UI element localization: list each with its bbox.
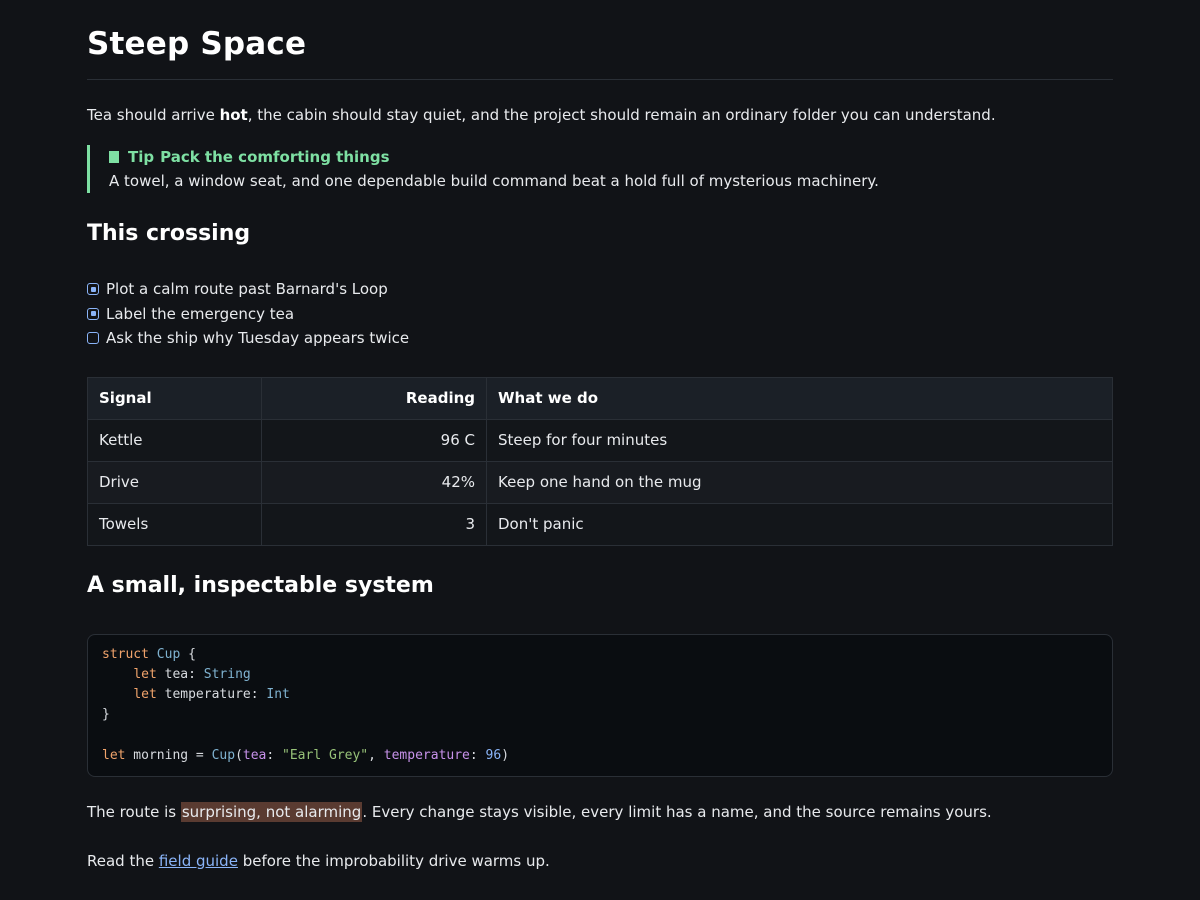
code-text: } xyxy=(102,707,110,723)
code-string: "Earl Grey" xyxy=(282,747,369,763)
highlighted-phrase: surprising, not alarming xyxy=(180,801,363,822)
route-paragraph: The route is surprising, not alarming. E… xyxy=(87,801,1113,823)
column-header-action: What we do xyxy=(486,376,1113,420)
intro-text-start: Tea should arrive xyxy=(87,106,220,124)
checked-box-icon[interactable] xyxy=(87,307,99,320)
page-title: Steep Space xyxy=(87,24,1113,80)
tip-heading: Pack the comforting things xyxy=(160,148,390,166)
code-type: String xyxy=(203,666,251,682)
table-header: Signal Reading What we do xyxy=(87,376,1113,420)
task-list: Plot a calm route past Barnard's Loop La… xyxy=(87,277,1113,351)
signal-cell: Kettle xyxy=(87,418,262,462)
reading-cell: 3 xyxy=(261,502,487,546)
table-header-row: Signal Reading What we do xyxy=(87,376,1113,420)
code-type: Cup xyxy=(211,747,236,763)
code-number: 96 xyxy=(485,747,502,763)
task-item[interactable]: Ask the ship why Tuesday appears twice xyxy=(87,326,1113,351)
code-text: morning = xyxy=(125,747,212,763)
route-text-start: The route is xyxy=(87,802,181,821)
table-row: Kettle 96 C Steep for four minutes xyxy=(87,418,1113,462)
document-page: Steep Space Tea should arrive hot, the c… xyxy=(87,0,1113,872)
checked-box-icon[interactable] xyxy=(87,283,99,296)
code-keyword: let xyxy=(133,666,157,682)
code-text: temperature: xyxy=(156,686,267,702)
task-item[interactable]: Plot a calm route past Barnard's Loop xyxy=(87,277,1113,302)
action-cell: Keep one hand on the mug xyxy=(486,460,1113,504)
signal-cell: Drive xyxy=(87,460,262,504)
code-text: tea: xyxy=(156,666,204,682)
signal-cell: Towels xyxy=(87,502,262,546)
section-heading-crossing: This crossing xyxy=(87,221,251,246)
code-text: , xyxy=(368,747,384,763)
field-guide-link[interactable]: field guide xyxy=(159,852,238,870)
reading-cell: 96 C xyxy=(261,418,487,462)
read-text-end: before the improbability drive warms up. xyxy=(237,851,550,870)
intro-text-end: , the cabin should stay quiet, and the p… xyxy=(247,106,996,124)
code-text: { xyxy=(180,646,196,662)
code-label: tea xyxy=(242,747,267,763)
table-row: Drive 42% Keep one hand on the mug xyxy=(87,460,1113,504)
task-label: Ask the ship why Tuesday appears twice xyxy=(106,329,410,348)
code-keyword: struct xyxy=(102,646,149,662)
code-keyword: let xyxy=(102,747,126,763)
unchecked-box-icon[interactable] xyxy=(87,332,99,345)
signal-table: Signal Reading What we do Kettle 96 C St… xyxy=(87,376,1113,546)
column-header-signal: Signal xyxy=(87,376,262,420)
task-label: Label the emergency tea xyxy=(106,304,295,323)
task-item[interactable]: Label the emergency tea xyxy=(87,302,1113,327)
route-text-end: . Every change stays visible, every limi… xyxy=(362,802,992,821)
code-text: ( xyxy=(235,747,243,763)
section-heading-system: A small, inspectable system xyxy=(87,572,434,598)
column-header-reading: Reading xyxy=(261,376,487,420)
action-cell: Don't panic xyxy=(486,502,1113,546)
tip-body: A towel, a window seat, and one dependab… xyxy=(109,172,879,190)
tip-callout: Tip Pack the comforting things A towel, … xyxy=(87,145,1113,193)
read-text-start: Read the xyxy=(87,851,159,870)
code-type: Cup xyxy=(156,646,181,662)
code-block[interactable]: struct Cup { let tea: String let tempera… xyxy=(87,633,1113,777)
code-text: : xyxy=(266,747,283,763)
intro-paragraph: Tea should arrive hot, the cabin should … xyxy=(87,104,1113,126)
code-type: Int xyxy=(266,686,290,702)
tip-label: Tip xyxy=(128,148,155,166)
code-keyword: let xyxy=(133,686,157,702)
code-text: ) xyxy=(501,747,510,763)
bookmark-icon xyxy=(109,151,119,163)
code-label: temperature xyxy=(383,747,470,763)
table-row: Towels 3 Don't panic xyxy=(87,502,1113,546)
read-paragraph: Read the field guide before the improbab… xyxy=(87,850,1113,872)
action-cell: Steep for four minutes xyxy=(486,418,1113,462)
code-text: : xyxy=(469,747,486,763)
reading-cell: 42% xyxy=(261,460,487,504)
tip-title: Tip Pack the comforting things xyxy=(109,146,1113,168)
intro-bold-word: hot xyxy=(219,106,248,124)
task-label: Plot a calm route past Barnard's Loop xyxy=(106,280,388,299)
